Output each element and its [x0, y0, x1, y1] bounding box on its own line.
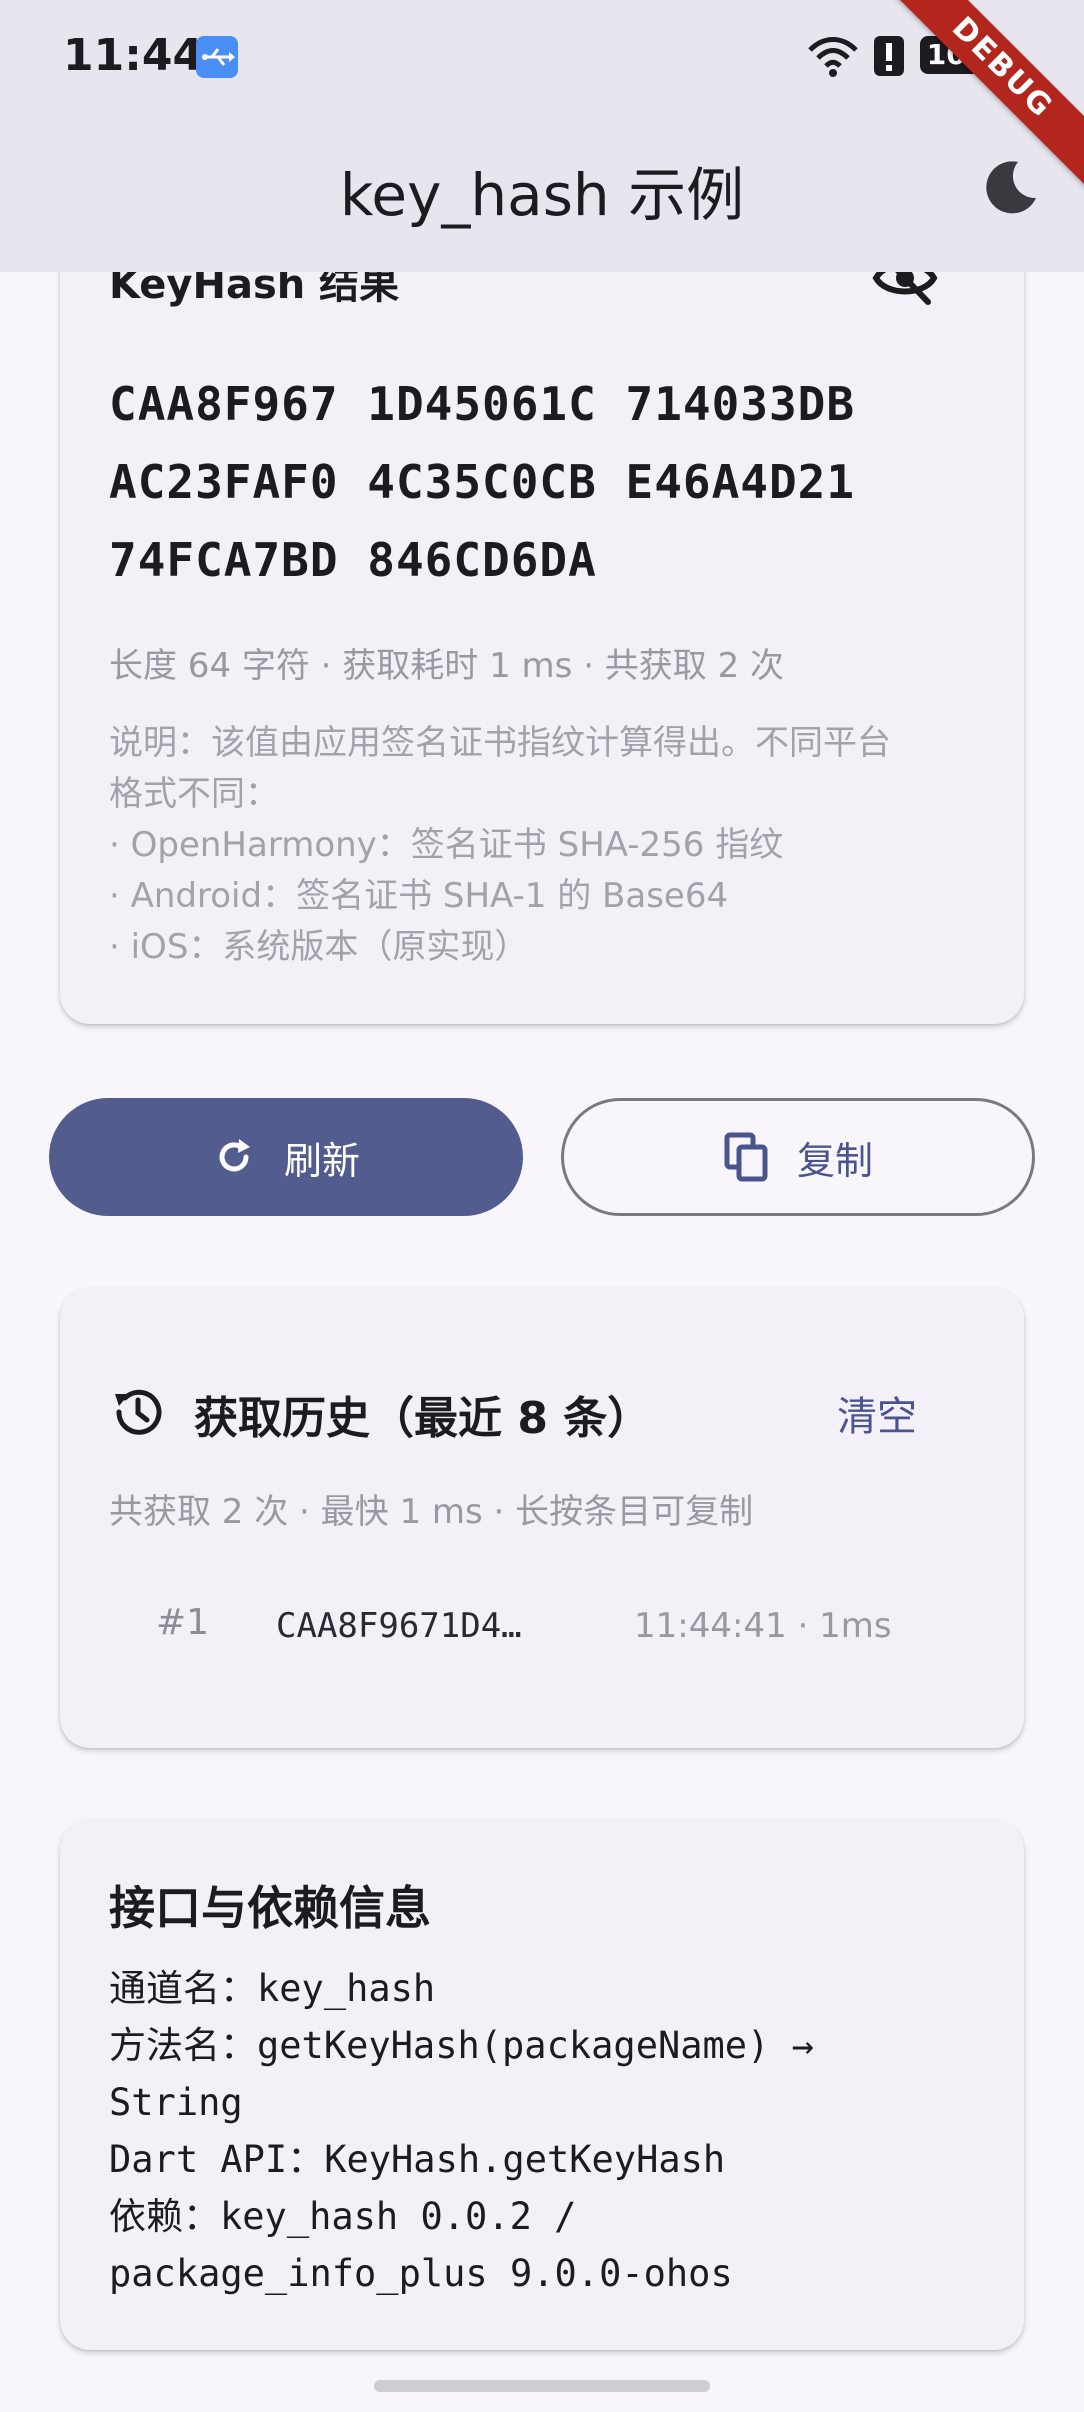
history-title: 获取历史（最近 8 条） — [194, 1393, 652, 1444]
app-root: KeyHash 结果 CAA8F967 1D45061C 714033DB AC… — [0, 0, 1084, 2412]
result-card: KeyHash 结果 CAA8F967 1D45061C 714033DB AC… — [60, 190, 1024, 1024]
copy-button[interactable]: 复制 — [561, 1098, 1035, 1216]
description-line: · Android：签名证书 SHA-1 的 Base64 — [109, 876, 729, 916]
api-info-line: String — [109, 2081, 243, 2124]
history-item-index: #1 — [156, 1602, 210, 1643]
description-line: · OpenHarmony：签名证书 SHA-256 指纹 — [109, 825, 784, 865]
history-item[interactable]: #1 CAA8F9671D4… 11:44:41 · 1ms — [60, 1578, 1024, 1688]
history-item-time: 11:44:41 · 1ms — [634, 1606, 892, 1646]
result-description: 说明：该值由应用签名证书指纹计算得出。不同平台 格式不同： · OpenHarm… — [109, 718, 979, 973]
hash-line: AC23FAF0 4C35C0CB E46A4D21 — [109, 455, 856, 509]
wifi-icon — [808, 37, 858, 77]
navigation-handle[interactable] — [374, 2380, 710, 2392]
description-line: · iOS：系统版本（原实现） — [109, 927, 529, 967]
clear-history-button[interactable]: 清空 — [837, 1384, 917, 1442]
description-line: 说明：该值由应用签名证书指纹计算得出。不同平台 — [109, 723, 891, 763]
app-bar: 11:44 100 key_hash 示例 — [0, 0, 1084, 272]
dark-mode-moon-icon[interactable] — [980, 158, 1040, 218]
api-info-title: 接口与依赖信息 — [109, 1881, 431, 1935]
copy-icon — [724, 1132, 768, 1182]
alert-icon — [874, 36, 904, 76]
history-item-hash: CAA8F9671D4… — [276, 1606, 522, 1646]
hash-value[interactable]: CAA8F967 1D45061C 714033DB AC23FAF0 4C35… — [109, 365, 855, 599]
scroll-content[interactable]: KeyHash 结果 CAA8F967 1D45061C 714033DB AC… — [0, 0, 1084, 2412]
hash-line: 74FCA7BD 846CD6DA — [109, 533, 597, 587]
api-info-line: Dart API：KeyHash.getKeyHash — [109, 2138, 726, 2181]
history-icon — [115, 1389, 162, 1435]
description-line: 格式不同： — [109, 774, 279, 814]
api-info-line: 通道名：key_hash — [109, 1967, 436, 2010]
api-info-line: 方法名：getKeyHash(packageName) → — [109, 2024, 814, 2067]
page-title: key_hash 示例 — [339, 161, 745, 229]
api-info-card: 接口与依赖信息 通道名：key_hash 方法名：getKeyHash(pack… — [60, 1820, 1024, 2350]
history-card: 获取历史（最近 8 条） 清空 共获取 2 次 · 最快 1 ms · 长按条目… — [60, 1288, 1024, 1748]
refresh-icon — [219, 1139, 250, 1172]
api-info-line: package_info_plus 9.0.0-ohos — [109, 2252, 733, 2295]
api-info-line: 依赖：key_hash 0.0.2 / — [109, 2195, 577, 2238]
refresh-button[interactable]: 刷新 — [49, 1098, 523, 1216]
usb-icon — [196, 36, 238, 78]
status-time: 11:44 — [63, 30, 204, 81]
hash-line: CAA8F967 1D45061C 714033DB — [109, 377, 856, 431]
result-meta: 长度 64 字符 · 获取耗时 1 ms · 共获取 2 次 — [109, 646, 785, 686]
api-info-lines: 通道名：key_hash 方法名：getKeyHash(packageName)… — [109, 1960, 814, 2302]
refresh-label: 刷新 — [283, 1138, 360, 1183]
copy-label: 复制 — [796, 1138, 873, 1183]
history-meta: 共获取 2 次 · 最快 1 ms · 长按条目可复制 — [109, 1492, 754, 1532]
